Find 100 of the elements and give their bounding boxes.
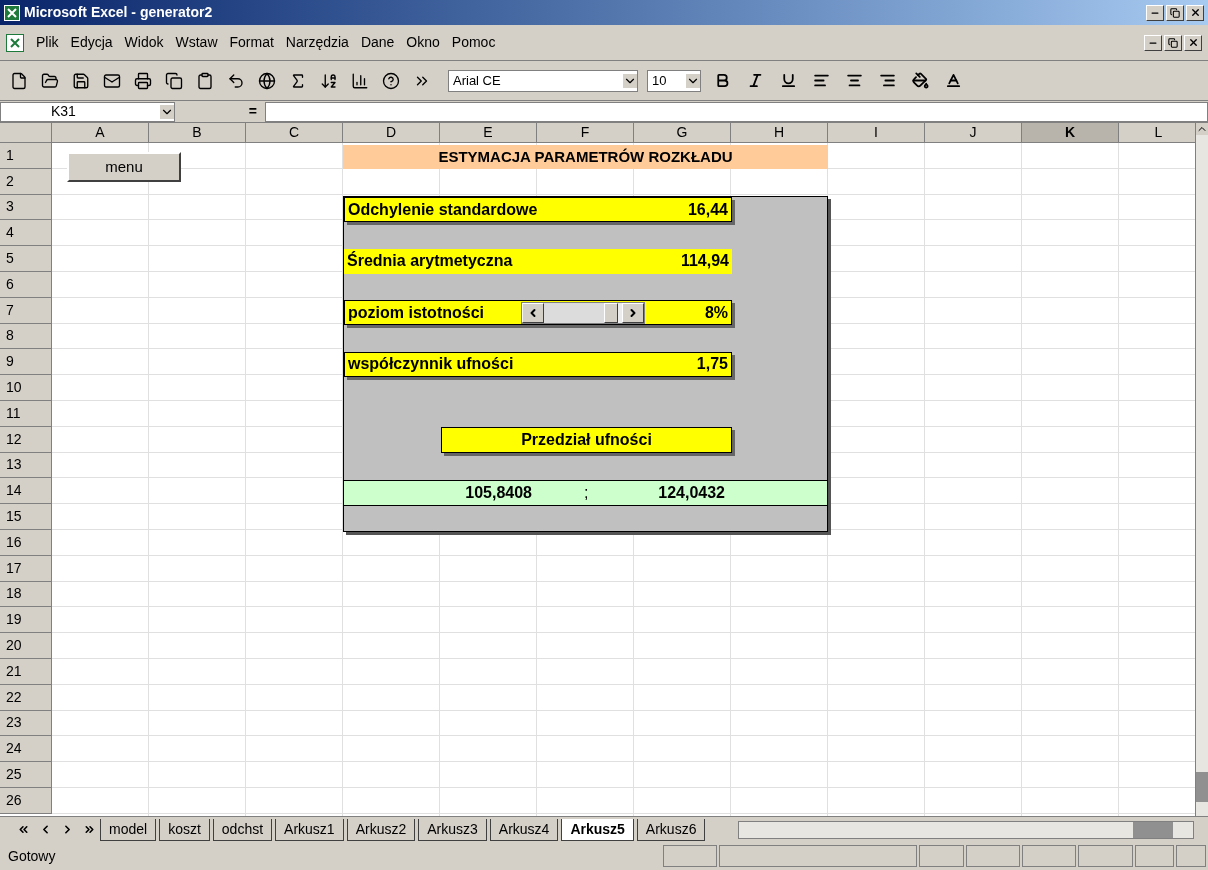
scrollbar-slider[interactable] [521, 301, 645, 324]
menu-item[interactable]: Edycja [70, 32, 113, 53]
row-header[interactable]: 16 [0, 529, 52, 556]
font-size-select[interactable]: 10 [647, 69, 701, 92]
minimize-button[interactable] [1144, 34, 1162, 51]
fill-color-icon [911, 72, 929, 89]
mail-icon [103, 71, 121, 90]
row-header[interactable]: 18 [0, 581, 52, 608]
scroll-left-button[interactable] [522, 302, 544, 323]
align-right-icon [878, 72, 896, 89]
row-header[interactable]: 3 [0, 194, 52, 221]
close-icon [1189, 7, 1201, 18]
row-header[interactable]: 1 [0, 143, 52, 169]
row-header[interactable]: 20 [0, 633, 52, 659]
row-header[interactable]: 10 [0, 375, 52, 401]
sheet-tab[interactable]: Arkusz3 [418, 818, 487, 841]
column-header[interactable]: B [149, 123, 246, 143]
scroll-up-icon [1196, 123, 1208, 135]
column-header[interactable]: J [925, 123, 1022, 143]
print-icon [134, 71, 152, 90]
copy-icon [165, 71, 183, 90]
scroll-right-button[interactable] [622, 302, 644, 323]
row-header[interactable]: 15 [0, 504, 52, 530]
row-header[interactable]: 22 [0, 684, 52, 711]
close-button[interactable] [1186, 4, 1204, 21]
minimize-button[interactable] [1146, 4, 1164, 21]
status-panel [965, 845, 1020, 867]
save-icon [72, 71, 90, 90]
menu-item[interactable]: Widok [124, 32, 164, 53]
row-header[interactable]: 9 [0, 349, 52, 376]
row-label: współczynnik ufności [348, 354, 514, 375]
restore-button[interactable] [1164, 34, 1182, 51]
status-panel [1021, 845, 1077, 867]
restore-icon [1170, 7, 1180, 18]
interval-separator: ; [584, 483, 589, 503]
row-header[interactable]: 8 [0, 323, 52, 350]
row-header[interactable]: 12 [0, 426, 52, 453]
column-header[interactable]: A [52, 123, 149, 143]
menu-button[interactable]: menu [67, 152, 181, 182]
menu-item[interactable]: Wstaw [175, 32, 218, 53]
row-header[interactable]: 5 [0, 246, 52, 272]
scroll-thumb[interactable] [1196, 772, 1208, 802]
dropdown-icon [686, 73, 700, 88]
row-label: poziom istotności [348, 302, 484, 323]
sheet-tab[interactable]: koszt [159, 818, 210, 841]
sheet-tab[interactable]: odchst [212, 818, 273, 841]
font-color-icon [944, 72, 962, 89]
workbook-icon [6, 33, 24, 52]
column-header[interactable]: G [634, 123, 731, 143]
row-header[interactable]: 11 [0, 400, 52, 427]
menu-item[interactable]: Dane [360, 32, 395, 53]
select-all-corner[interactable] [0, 123, 52, 143]
column-header[interactable]: I [828, 123, 925, 143]
column-header[interactable]: C [246, 123, 343, 143]
row-header[interactable]: 25 [0, 762, 52, 788]
row-header[interactable]: 14 [0, 478, 52, 505]
menu-item[interactable]: Okno [406, 32, 440, 53]
sheet-tab[interactable]: Arkusz4 [489, 818, 559, 841]
column-header[interactable]: D [343, 123, 440, 143]
horizontal-scrollbar[interactable] [738, 820, 1194, 839]
row-header[interactable]: 4 [0, 220, 52, 247]
row-header[interactable]: 19 [0, 607, 52, 634]
row-header[interactable]: 17 [0, 555, 52, 582]
interval-low: 105,8408 [465, 483, 532, 503]
menu-item[interactable]: Plik [36, 32, 59, 53]
menu-item[interactable]: Format [229, 32, 274, 53]
scroll-thumb[interactable] [1133, 821, 1173, 838]
column-header[interactable]: K [1022, 123, 1119, 143]
name-box[interactable]: K31 [0, 101, 175, 122]
close-button[interactable] [1184, 34, 1202, 51]
row-header[interactable]: 24 [0, 736, 52, 763]
sheet-tab[interactable]: Arkusz6 [636, 818, 706, 841]
row-header[interactable]: 13 [0, 452, 52, 479]
column-header[interactable]: E [440, 123, 537, 143]
formula-equals-button[interactable]: = [175, 101, 265, 122]
row-value: 8% [704, 302, 728, 323]
row-header[interactable]: 6 [0, 272, 52, 298]
font-select[interactable]: Arial CE [448, 69, 638, 92]
row-header[interactable]: 23 [0, 710, 52, 737]
paste-icon [196, 71, 214, 90]
menu-item[interactable]: Narzędzia [285, 32, 349, 53]
sheet-tab[interactable]: Arkusz1 [275, 818, 344, 841]
row-header[interactable]: 7 [0, 297, 52, 324]
menu-item[interactable]: Pomoc [451, 32, 496, 53]
status-text: Gotowy [7, 846, 57, 866]
column-header[interactable]: F [537, 123, 634, 143]
vertical-scrollbar[interactable] [1195, 123, 1208, 816]
column-header[interactable]: H [731, 123, 828, 143]
open-folder-icon [41, 71, 59, 90]
restore-button[interactable] [1166, 4, 1184, 21]
status-panel [1134, 845, 1175, 867]
formula-input[interactable] [265, 101, 1208, 122]
sheet-tab[interactable]: model [100, 818, 157, 841]
sheet-tab[interactable]: Arkusz5 [561, 818, 634, 841]
interval-title: Przedział ufności [441, 427, 732, 453]
row-header[interactable]: 21 [0, 658, 52, 685]
row-header[interactable]: 26 [0, 787, 52, 814]
row-header[interactable]: 2 [0, 168, 52, 195]
sort-icon [320, 71, 338, 90]
sheet-tab[interactable]: Arkusz2 [346, 818, 416, 841]
